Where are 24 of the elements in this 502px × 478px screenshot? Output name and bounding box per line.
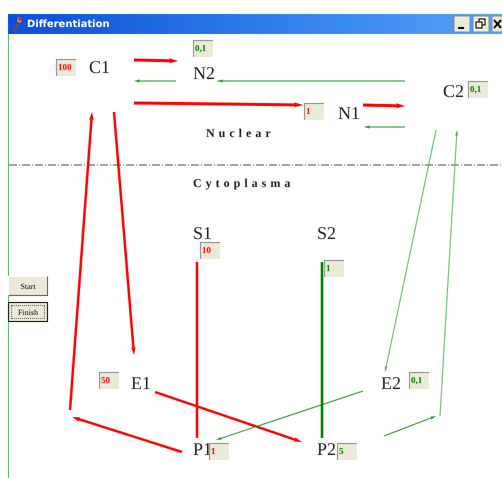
node-label: N1 [338, 104, 360, 122]
node-label: E2 [381, 374, 401, 392]
node-label: N2 [193, 64, 215, 82]
value-field[interactable]: 5 [337, 443, 357, 460]
value-field[interactable]: 0,1 [468, 81, 488, 98]
region-label: Cytoplasma [193, 176, 294, 191]
value-field[interactable]: 10 [200, 242, 220, 259]
value-field[interactable]: 100 [56, 59, 76, 76]
value-field[interactable]: 1 [209, 443, 229, 460]
start-button[interactable]: Start [8, 276, 48, 296]
window-title: Differentiation [27, 18, 111, 30]
node-label: E1 [131, 374, 151, 392]
value-field[interactable]: 50 [99, 372, 119, 389]
value-field[interactable]: 1 [304, 103, 324, 120]
node-label: C2 [443, 82, 464, 100]
value-field[interactable]: 0,1 [409, 372, 429, 389]
node-label: C1 [89, 58, 110, 76]
node-label: S2 [317, 224, 336, 242]
value-field[interactable]: 0,1 [193, 40, 213, 57]
region-label: Nuclear [206, 126, 275, 141]
node-label: P2 [317, 440, 336, 458]
value-field[interactable]: 1 [324, 260, 344, 277]
node-label: S1 [193, 224, 212, 242]
finish-button[interactable]: Finish [8, 302, 48, 322]
